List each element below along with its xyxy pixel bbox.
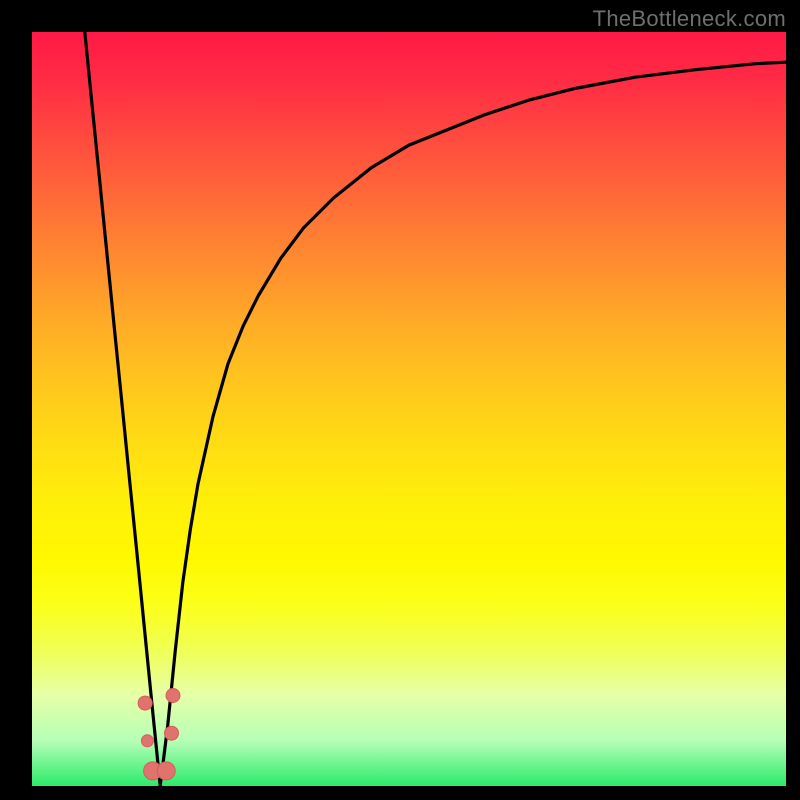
chart-frame: TheBottleneck.com — [0, 0, 800, 800]
data-point — [165, 726, 179, 740]
data-point — [157, 762, 175, 780]
curve-layer — [32, 32, 786, 786]
bottleneck-curve — [85, 32, 786, 786]
data-point — [138, 696, 152, 710]
watermark-text: TheBottleneck.com — [593, 6, 786, 32]
data-point — [166, 689, 180, 703]
data-markers — [138, 689, 180, 780]
data-point — [141, 735, 153, 747]
plot-area — [32, 32, 786, 786]
